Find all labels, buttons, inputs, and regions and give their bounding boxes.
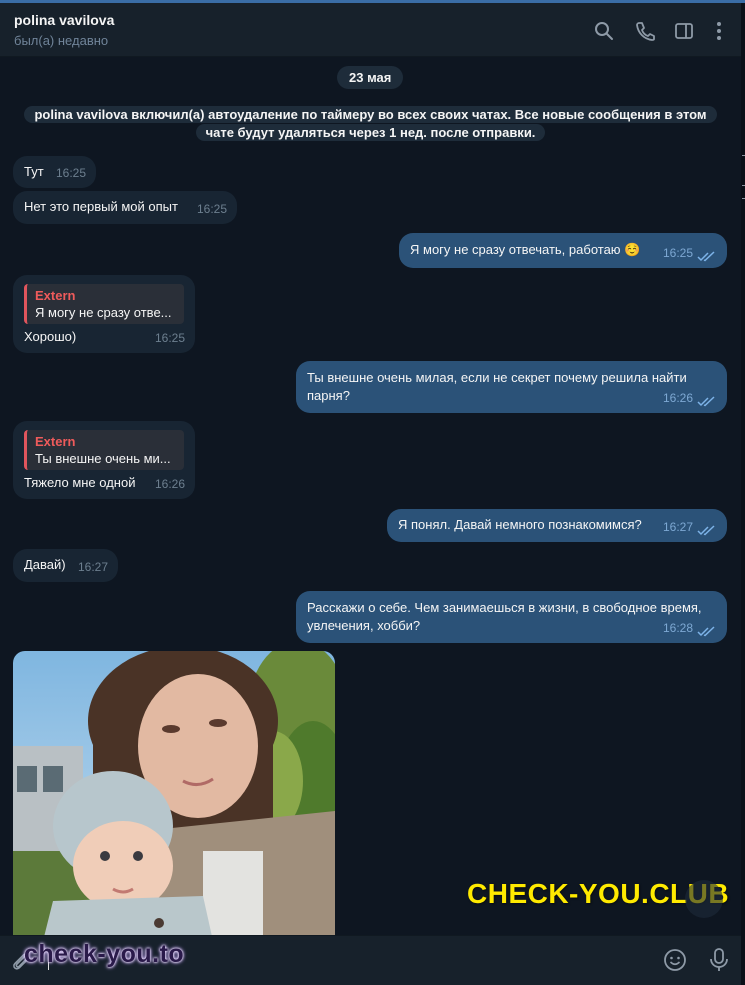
message-time: 16:25 [196, 202, 227, 216]
read-checkmarks-icon [697, 394, 717, 407]
message-incoming-reply[interactable]: Extern Я могу не сразу отве... Хорошо) 1… [13, 275, 195, 353]
read-checkmarks-icon [697, 523, 717, 536]
reply-author: Extern [35, 288, 76, 303]
message-incoming[interactable]: Давай) 16:27 [13, 549, 118, 582]
message-text: Ты внешне очень милая, если не секрет по… [307, 370, 687, 403]
contact-name[interactable]: polina vavilova [14, 12, 114, 28]
message-incoming[interactable]: Нет это первый мой опыт 16:25 [13, 191, 237, 224]
message-outgoing[interactable]: Я понял. Давай немного познакомимся? 16:… [387, 509, 727, 542]
message-incoming[interactable]: Тут 16:25 [13, 156, 96, 188]
message-time: 16:26 [154, 477, 185, 491]
date-separator: 23 мая [337, 66, 404, 89]
message-incoming-reply[interactable]: Extern Ты внешне очень ми... Тяжело мне … [13, 421, 195, 499]
scroll-down-button[interactable] [685, 880, 723, 918]
message-time: 16:27 [77, 560, 108, 574]
message-outgoing[interactable]: Расскажи о себе. Чем занимаешься в жизни… [296, 591, 727, 643]
message-text: Нет это первый мой опыт [24, 199, 178, 214]
message-text: Тут [24, 164, 44, 179]
search-icon[interactable] [593, 20, 615, 42]
read-checkmarks-icon [697, 249, 717, 262]
message-list[interactable]: 23 мая polina vavilova включил(а) автоуд… [0, 58, 741, 935]
service-message: polina vavilova включил(а) автоудаление … [20, 106, 721, 142]
message-time: 16:25 [55, 166, 86, 180]
message-outgoing[interactable]: Ты внешне очень милая, если не секрет по… [296, 361, 727, 413]
phone-icon[interactable] [634, 20, 656, 42]
reply-author: Extern [35, 434, 76, 449]
message-time: 16:25 [154, 331, 185, 345]
window-right-edge [741, 3, 745, 985]
photo-image [13, 651, 335, 935]
reply-text: Я могу не сразу отве... [35, 305, 172, 320]
reply-text: Ты внешне очень ми... [35, 451, 171, 466]
watermark-bottom: check-you.to [24, 940, 185, 968]
message-text: Расскажи о себе. Чем занимаешься в жизни… [307, 600, 702, 633]
reply-quote[interactable]: Extern Я могу не сразу отве... [24, 284, 184, 324]
message-text: Я понял. Давай немного познакомимся? [398, 517, 642, 532]
sidebar-toggle-icon[interactable] [673, 20, 695, 42]
chat-header: polina vavilova был(а) недавно [0, 3, 741, 57]
message-text: Давай) [24, 557, 66, 572]
microphone-icon[interactable] [708, 947, 730, 973]
message-text: Тяжело мне одной [24, 475, 136, 490]
message-time: 16:28 [662, 621, 693, 635]
message-outgoing[interactable]: Я могу не сразу отвечать, работаю ☺️ 16:… [399, 233, 727, 268]
message-text: Хорошо) [24, 329, 77, 344]
emoji-icon[interactable] [663, 948, 687, 972]
message-time: 16:26 [662, 391, 693, 405]
message-time: 16:27 [662, 520, 693, 534]
message-text: Я могу не сразу отвечать, работаю ☺️ [410, 242, 641, 257]
photo-message[interactable] [13, 651, 335, 935]
read-checkmarks-icon [697, 624, 717, 637]
contact-status: был(а) недавно [14, 33, 109, 48]
reply-quote[interactable]: Extern Ты внешне очень ми... [24, 430, 184, 470]
message-composer: check-you.to [0, 935, 741, 985]
more-vertical-icon[interactable] [708, 20, 730, 42]
message-time: 16:25 [662, 246, 693, 260]
service-message-text: polina vavilova включил(а) автоудаление … [24, 106, 717, 141]
